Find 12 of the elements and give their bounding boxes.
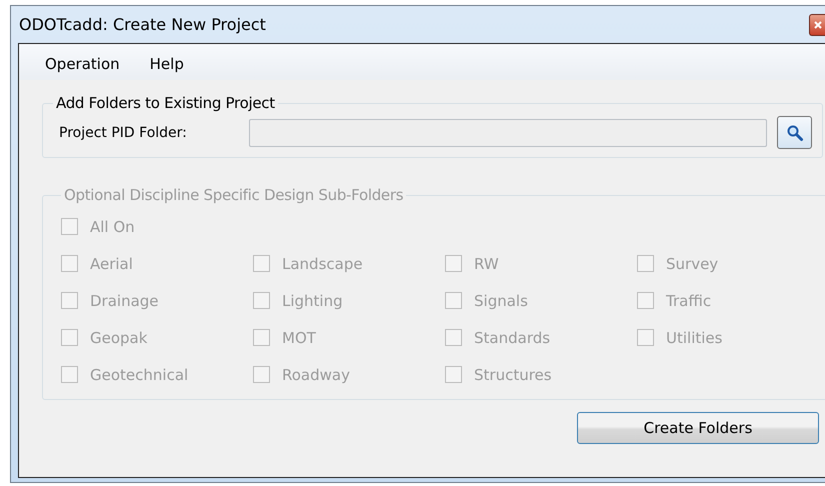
search-icon [786,124,804,142]
browse-button[interactable] [777,116,812,149]
close-button[interactable] [809,14,825,36]
window-title: ODOTcadd: Create New Project [19,15,266,34]
group-title: Optional Discipline Specific Design Sub-Folders [63,186,404,204]
group-title: Add Folders to Existing Project [55,94,276,112]
close-icon [812,20,822,30]
menu-item[interactable]: Help [150,55,184,80]
field-label: Project PID Folder: [58,124,188,140]
create-folders-button[interactable]: Create Folders [577,412,819,444]
menu-item[interactable]: Operation [45,55,120,80]
pid-folder-field[interactable] [249,118,767,146]
